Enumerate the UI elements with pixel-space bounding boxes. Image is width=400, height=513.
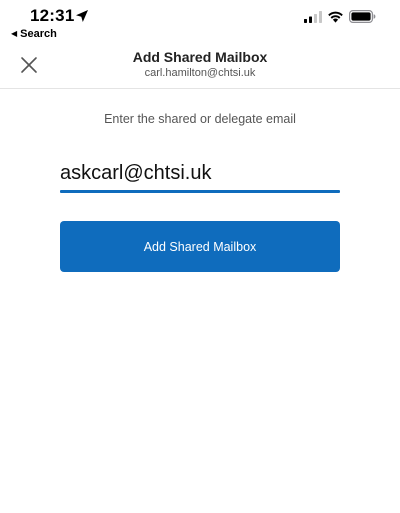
back-triangle-icon: ◀ — [11, 29, 18, 38]
navigation-header: Add Shared Mailbox carl.hamilton@chtsi.u… — [0, 42, 400, 89]
add-shared-mailbox-button[interactable]: Add Shared Mailbox — [60, 221, 340, 272]
signal-icon — [304, 11, 322, 23]
status-bar: 12:31 ◀ Search — [0, 0, 400, 42]
wifi-icon — [328, 11, 343, 23]
back-to-search-link[interactable]: ◀ Search — [11, 28, 57, 40]
email-prompt: Enter the shared or delegate email — [104, 112, 296, 126]
page-title: Add Shared Mailbox — [132, 49, 268, 65]
status-time: 12:31 — [30, 6, 75, 25]
back-search-label: Search — [20, 28, 57, 40]
account-email: carl.hamilton@chtsi.uk — [144, 67, 256, 79]
email-field-container — [60, 156, 340, 194]
email-field-underline — [60, 190, 340, 193]
email-field[interactable] — [60, 156, 340, 190]
location-arrow-icon — [76, 10, 88, 22]
battery-icon — [349, 10, 376, 23]
